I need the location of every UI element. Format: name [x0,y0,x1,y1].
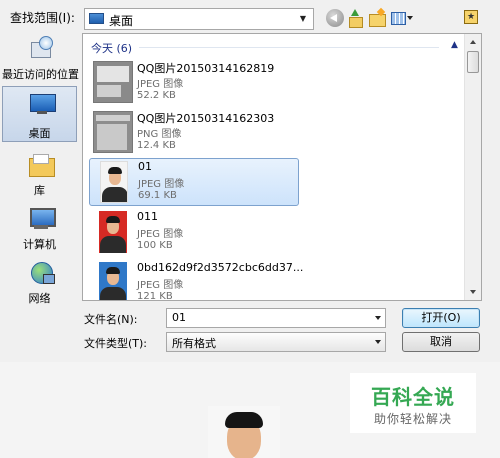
chevron-down-icon[interactable] [375,340,381,344]
portrait-thumbnail [99,262,127,300]
chevron-down-icon[interactable]: ▼ [295,11,311,27]
chevron-down-icon[interactable] [375,316,381,320]
place-recent[interactable]: 最近访问的位置 [2,32,79,84]
computer-icon [29,206,56,230]
list-item[interactable]: 011 JPEG 图像 100 KB [89,209,299,257]
file-name-label: 文件名(N): [84,313,138,326]
portrait-photo [208,406,280,458]
place-label: 计算机 [23,238,56,251]
file-list[interactable]: 今天 (6) ▲ QQ图片20150314162819 JPEG 图像 52.2… [82,33,482,301]
look-in-dropdown[interactable]: 桌面 ▼ [84,8,314,30]
new-folder-button[interactable] [368,9,386,27]
desktop-icon [30,91,56,115]
file-size: 69.1 KB [138,190,177,201]
place-network[interactable]: 网络 [2,256,77,308]
places-bar: 最近访问的位置 桌面 库 计算机 网络 [0,30,79,305]
vertical-scrollbar[interactable] [464,34,481,300]
file-type: PNG 图像 [137,129,182,140]
group-header[interactable]: 今天 (6) [91,40,132,56]
watermark-subtitle: 助你轻松解决 [373,412,452,426]
up-one-level-button[interactable] [346,9,364,28]
file-size: 12.4 KB [137,140,176,151]
file-name-value: 01 [172,311,186,324]
portrait-thumbnail [100,161,128,203]
file-size: 100 KB [137,240,173,251]
look-in-value: 桌面 [109,14,134,28]
view-menu-button[interactable] [390,9,414,27]
file-type: JPEG 图像 [137,229,184,240]
file-type-label: 文件类型(T): [84,337,148,350]
open-button[interactable]: 打开(O) [402,308,480,328]
libraries-icon [29,152,55,177]
look-in-label: 查找范围(I): [10,11,75,25]
back-button[interactable] [326,9,344,27]
watermark-logo: 百科全说 助你轻松解决 [350,373,476,433]
file-name: QQ图片20150314162819 [137,62,275,75]
recent-places-icon [29,36,53,60]
scroll-thumb[interactable] [467,51,479,73]
scroll-up-icon[interactable] [465,34,481,50]
cancel-button[interactable]: 取消 [402,332,480,352]
place-label: 库 [34,184,45,197]
list-item-selected[interactable]: 01 JPEG 图像 69.1 KB [89,158,299,206]
image-thumbnail [93,111,133,153]
file-type: JPEG 图像 [137,280,184,291]
scroll-down-icon[interactable] [465,284,481,300]
image-thumbnail [93,61,133,103]
place-libraries[interactable]: 库 [2,148,77,200]
place-label: 桌面 [28,127,51,140]
file-type: JPEG 图像 [138,179,185,190]
place-desktop[interactable]: 桌面 [2,86,77,142]
file-name: QQ图片20150314162303 [137,112,275,125]
watermark-title: 百科全说 [371,385,455,409]
collapse-group-icon[interactable]: ▲ [451,40,458,50]
file-name: 01 [138,160,152,173]
portrait-thumbnail [99,211,127,253]
file-name: 0bd162d9f2d3572cbc6dd37... [137,261,304,274]
file-size: 121 KB [137,291,173,301]
list-item[interactable]: 0bd162d9f2d3572cbc6dd37... JPEG 图像 121 K… [89,260,303,301]
place-computer[interactable]: 计算机 [2,202,77,254]
file-size: 52.2 KB [137,90,176,101]
place-label: 网络 [28,292,51,305]
list-item[interactable]: QQ图片20150314162819 JPEG 图像 52.2 KB [89,59,299,107]
place-label: 最近访问的位置 [2,68,79,81]
file-name-field[interactable]: 01 [166,308,386,328]
file-type: JPEG 图像 [137,79,184,90]
list-item[interactable]: QQ图片20150314162303 PNG 图像 12.4 KB [89,109,299,157]
file-type-dropdown[interactable]: 所有格式 [166,332,386,352]
file-name: 011 [137,210,158,223]
group-divider [139,47,439,48]
file-type-value: 所有格式 [172,337,216,350]
favorites-icon[interactable]: ★ [464,10,478,24]
network-icon [29,260,55,284]
desktop-icon [89,13,104,24]
